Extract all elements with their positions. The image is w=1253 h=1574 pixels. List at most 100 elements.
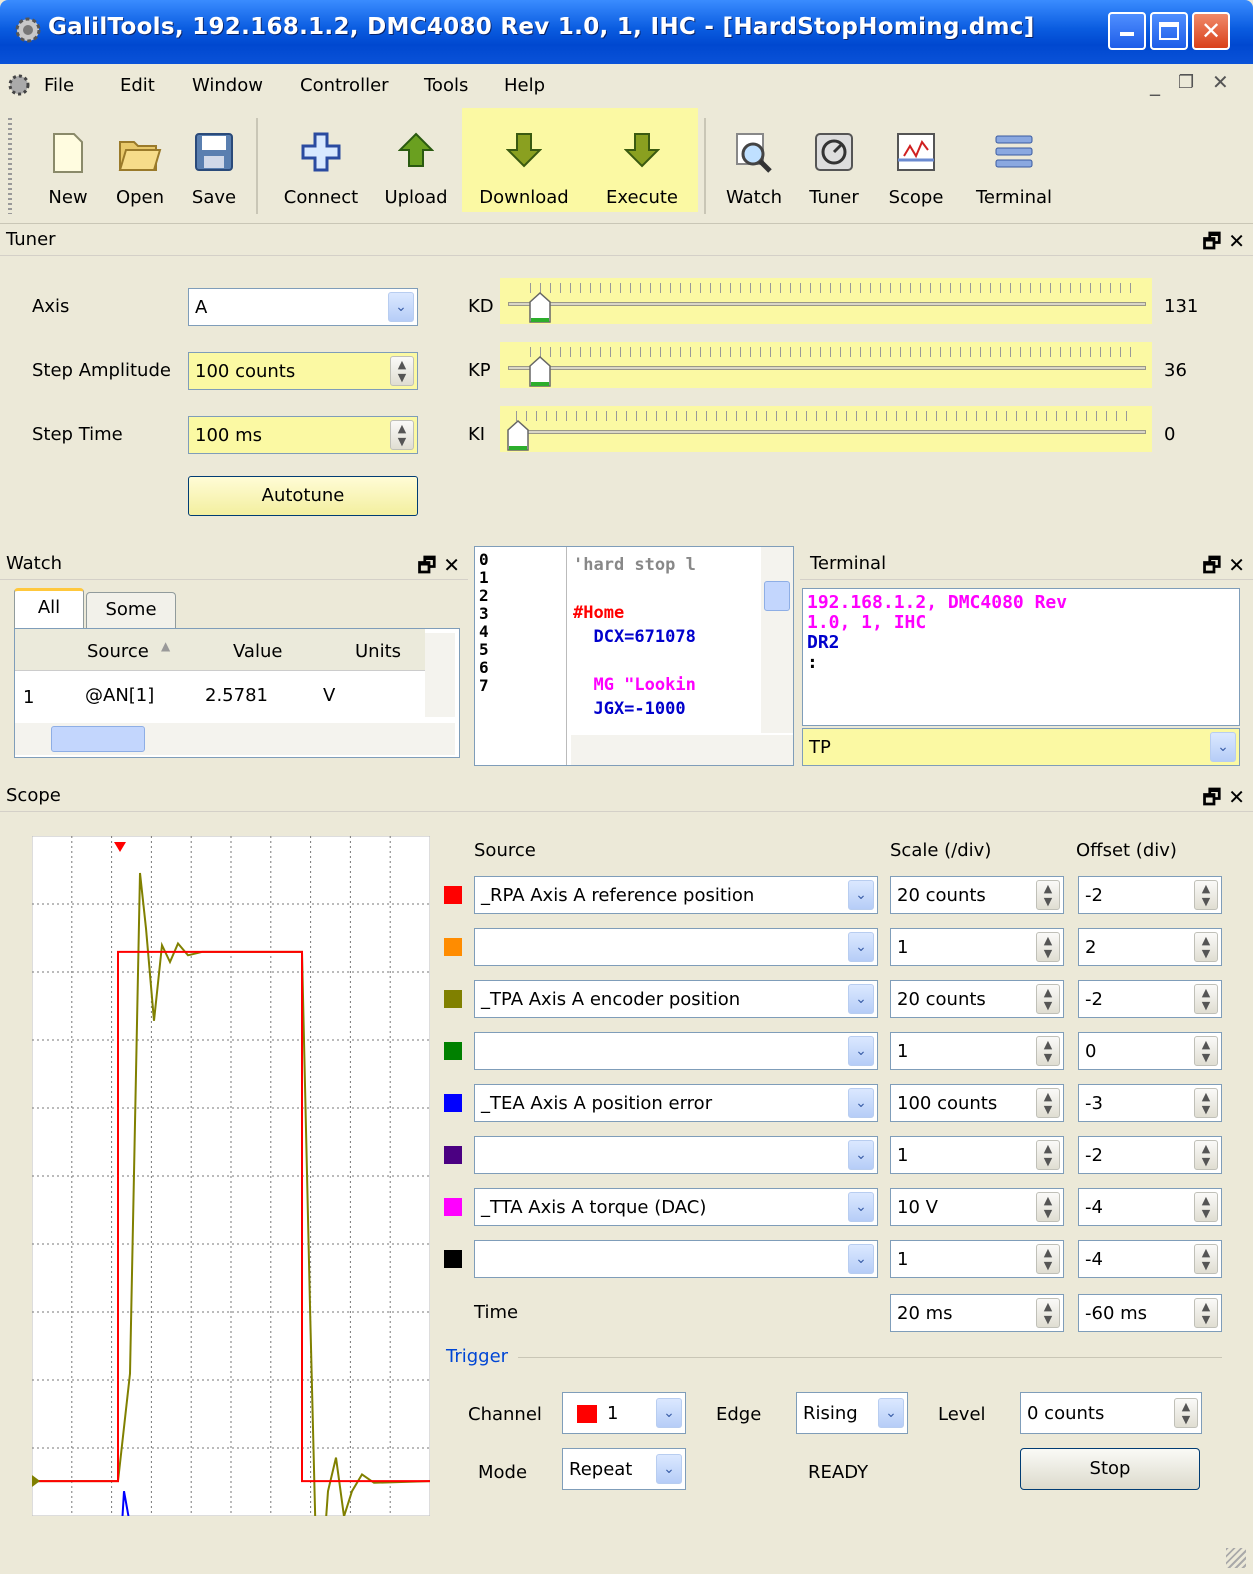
- channel-scale-spinbox[interactable]: 10 V ▲ ▼: [890, 1188, 1064, 1226]
- channel-scale-spinbox[interactable]: 1 ▲ ▼: [890, 1032, 1064, 1070]
- channel-color-swatch[interactable]: [444, 1250, 462, 1268]
- channel-color-swatch[interactable]: [444, 1042, 462, 1060]
- menu-tools[interactable]: Tools: [424, 75, 468, 96]
- trigger-level-spinbox[interactable]: 0 counts ▲ ▼: [1020, 1392, 1202, 1434]
- menu-help[interactable]: Help: [504, 75, 545, 96]
- channel-source-select[interactable]: ⌄: [474, 1032, 878, 1070]
- channel-source-select[interactable]: _TEA Axis A position error ⌄: [474, 1084, 878, 1122]
- watch-tab-some[interactable]: Some: [86, 592, 176, 628]
- channel-color-swatch[interactable]: [444, 990, 462, 1008]
- scope-button[interactable]: Scope: [876, 122, 956, 214]
- step-amplitude-spinbox[interactable]: 100 counts ▲ ▼: [188, 352, 418, 390]
- watch-tab-all[interactable]: All: [14, 588, 84, 628]
- terminal-float-close-icon[interactable]: 🗗 ✕: [1202, 551, 1245, 585]
- spin-updown-icon[interactable]: ▲ ▼: [1194, 1036, 1218, 1066]
- editor-horizontal-scrollbar[interactable]: [571, 735, 793, 765]
- channel-offset-spinbox[interactable]: -4 ▲ ▼: [1078, 1240, 1222, 1278]
- channel-offset-spinbox[interactable]: -3 ▲ ▼: [1078, 1084, 1222, 1122]
- channel-color-swatch[interactable]: [444, 938, 462, 956]
- resize-grip[interactable]: [1226, 1548, 1246, 1568]
- toolbar-grip[interactable]: [8, 118, 12, 214]
- kp-slider-handle[interactable]: [528, 356, 552, 388]
- tuner-button[interactable]: Tuner: [794, 122, 874, 214]
- time-scale-spinbox[interactable]: 20 ms ▲ ▼: [890, 1294, 1064, 1332]
- autotune-button[interactable]: Autotune: [188, 476, 418, 516]
- channel-color-swatch[interactable]: [444, 1146, 462, 1164]
- ki-slider[interactable]: [500, 406, 1152, 452]
- channel-offset-spinbox[interactable]: -2 ▲ ▼: [1078, 980, 1222, 1018]
- menu-window[interactable]: Window: [192, 75, 263, 96]
- channel-offset-spinbox[interactable]: -2 ▲ ▼: [1078, 1136, 1222, 1174]
- step-time-spinbox[interactable]: 100 ms ▲ ▼: [188, 416, 418, 454]
- channel-offset-spinbox[interactable]: -4 ▲ ▼: [1078, 1188, 1222, 1226]
- spin-updown-icon[interactable]: ▲ ▼: [1194, 1140, 1218, 1170]
- channel-source-select[interactable]: _TPA Axis A encoder position ⌄: [474, 980, 878, 1018]
- terminal-output[interactable]: 192.168.1.2, DMC4080 Rev 1.0, 1, IHC DR2:: [802, 588, 1240, 726]
- code-editor[interactable]: 01234567 'hard stop l #Home DCX=671078 MG…: [474, 546, 794, 766]
- spin-updown-icon[interactable]: ▲ ▼: [1194, 1192, 1218, 1222]
- spin-updown-icon[interactable]: ▲ ▼: [1036, 932, 1060, 962]
- spin-updown-icon[interactable]: ▲ ▼: [1194, 1244, 1218, 1274]
- channel-scale-spinbox[interactable]: 20 counts ▲ ▼: [890, 876, 1064, 914]
- channel-color-swatch[interactable]: [444, 1094, 462, 1112]
- title-bar[interactable]: GalilTools, 192.168.1.2, DMC4080 Rev 1.0…: [0, 0, 1253, 64]
- ki-slider-handle[interactable]: [506, 420, 530, 452]
- stop-button[interactable]: Stop: [1020, 1448, 1200, 1490]
- channel-source-select[interactable]: ⌄: [474, 1240, 878, 1278]
- channel-offset-spinbox[interactable]: 0 ▲ ▼: [1078, 1032, 1222, 1070]
- spin-updown-icon[interactable]: ▲ ▼: [1194, 984, 1218, 1014]
- open-button[interactable]: Open: [100, 122, 180, 214]
- chevron-down-icon[interactable]: ⌄: [1210, 732, 1236, 762]
- trigger-channel-select[interactable]: 1 ⌄: [562, 1392, 686, 1434]
- trigger-edge-select[interactable]: Rising ⌄: [796, 1392, 908, 1434]
- editor-vertical-scrollbar[interactable]: [761, 547, 793, 733]
- channel-color-swatch[interactable]: [444, 886, 462, 904]
- spin-updown-icon[interactable]: ▲ ▼: [390, 356, 414, 386]
- channel-scale-spinbox[interactable]: 1 ▲ ▼: [890, 1136, 1064, 1174]
- spin-updown-icon[interactable]: ▲ ▼: [1194, 932, 1218, 962]
- execute-button[interactable]: Execute: [592, 122, 692, 214]
- maximize-button[interactable]: [1150, 12, 1188, 50]
- channel-offset-spinbox[interactable]: -2 ▲ ▼: [1078, 876, 1222, 914]
- menu-controller[interactable]: Controller: [300, 75, 389, 96]
- kd-slider-handle[interactable]: [528, 292, 552, 324]
- new-button[interactable]: New: [28, 122, 108, 214]
- spin-updown-icon[interactable]: ▲ ▼: [1174, 1398, 1198, 1428]
- axis-select[interactable]: A ⌄: [188, 288, 418, 326]
- scope-float-close-icon[interactable]: 🗗 ✕: [1202, 783, 1245, 817]
- spin-updown-icon[interactable]: ▲ ▼: [1036, 1140, 1060, 1170]
- channel-offset-spinbox[interactable]: 2 ▲ ▼: [1078, 928, 1222, 966]
- spin-updown-icon[interactable]: ▲ ▼: [1194, 1088, 1218, 1118]
- spin-updown-icon[interactable]: ▲ ▼: [1036, 1244, 1060, 1274]
- close-window-button[interactable]: ✕: [1192, 12, 1230, 50]
- spin-updown-icon[interactable]: ▲ ▼: [1036, 880, 1060, 910]
- channel-scale-spinbox[interactable]: 1 ▲ ▼: [890, 928, 1064, 966]
- channel-source-select[interactable]: _TTA Axis A torque (DAC) ⌄: [474, 1188, 878, 1226]
- kd-slider[interactable]: [500, 278, 1152, 324]
- mdi-close-icon[interactable]: ✕: [1212, 70, 1229, 94]
- terminal-button[interactable]: Terminal: [970, 122, 1058, 214]
- channel-source-select[interactable]: ⌄: [474, 928, 878, 966]
- spin-updown-icon[interactable]: ▲ ▼: [1194, 880, 1218, 910]
- spin-updown-icon[interactable]: ▲ ▼: [390, 420, 414, 450]
- spin-updown-icon[interactable]: ▲ ▼: [1036, 984, 1060, 1014]
- spin-updown-icon[interactable]: ▲ ▼: [1194, 1298, 1218, 1328]
- scroll-thumb[interactable]: [51, 726, 145, 752]
- kp-slider[interactable]: [500, 342, 1152, 388]
- time-offset-spinbox[interactable]: -60 ms ▲ ▼: [1078, 1294, 1222, 1332]
- spin-updown-icon[interactable]: ▲ ▼: [1036, 1036, 1060, 1066]
- watch-horizontal-scrollbar[interactable]: [15, 723, 455, 755]
- terminal-command-input[interactable]: TP ⌄: [802, 728, 1240, 766]
- channel-source-select[interactable]: _RPA Axis A reference position ⌄: [474, 876, 878, 914]
- watch-float-close-icon[interactable]: 🗗 ✕: [417, 551, 460, 585]
- channel-source-select[interactable]: ⌄: [474, 1136, 878, 1174]
- spin-updown-icon[interactable]: ▲ ▼: [1036, 1298, 1060, 1328]
- scroll-thumb[interactable]: [764, 581, 790, 611]
- channel-scale-spinbox[interactable]: 100 counts ▲ ▼: [890, 1084, 1064, 1122]
- connect-button[interactable]: Connect: [276, 122, 366, 214]
- channel-scale-spinbox[interactable]: 20 counts ▲ ▼: [890, 980, 1064, 1018]
- channel-scale-spinbox[interactable]: 1 ▲ ▼: [890, 1240, 1064, 1278]
- spin-updown-icon[interactable]: ▲ ▼: [1036, 1192, 1060, 1222]
- code-text[interactable]: 'hard stop l #Home DCX=671078 MG "Lookin …: [573, 553, 696, 721]
- table-row[interactable]: 1 @AN[1] 2.5781 V: [15, 673, 425, 715]
